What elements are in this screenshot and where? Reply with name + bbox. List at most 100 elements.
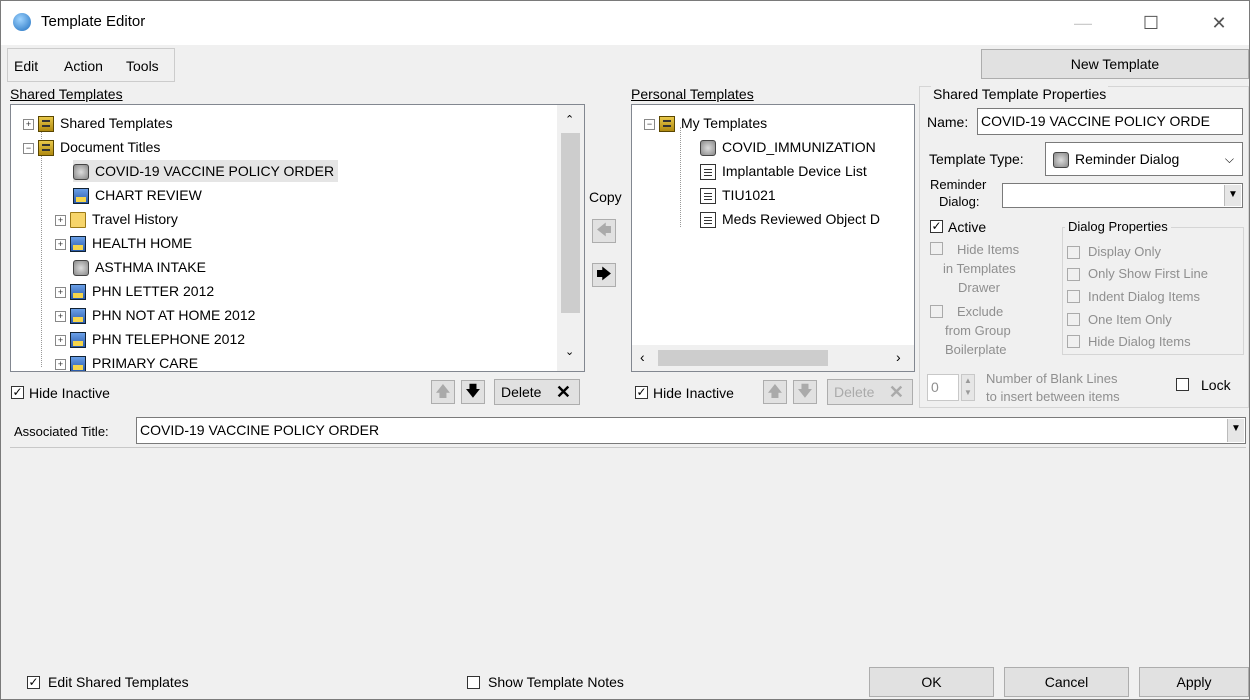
reminder-dialog-icon [73,260,89,277]
expand-icon[interactable]: + [55,286,66,298]
tree-item-label: PHN LETTER 2012 [92,283,215,299]
exclude-label-1: Exclude [957,304,1004,319]
menu-tools[interactable]: Tools [126,58,159,74]
maximize-button[interactable]: ☐ [1129,9,1173,37]
delete-x-icon: ✕ [555,382,571,402]
hide-inactive-shared-label: Hide Inactive [29,385,110,401]
expand-icon[interactable]: + [23,118,34,130]
tree-item-primary-care[interactable]: + PRIMARY CARE [55,352,198,371]
spinner-arrows-icon[interactable]: ▲ ▼ [961,374,975,401]
tree-item-my-templates[interactable]: − My Templates [644,112,767,134]
hide-inactive-personal-checkbox[interactable]: ✓ [635,386,648,399]
dropdown-arrow-icon[interactable]: ▼ [1227,419,1244,442]
notes-area [10,447,1246,658]
tree-item-meds-reviewed[interactable]: Meds Reviewed Object D [700,208,880,230]
associated-title-select[interactable]: COVID-19 VACCINE POLICY ORDER ▼ [136,417,1246,444]
template-type-select[interactable]: Reminder Dialog ⌵ [1045,142,1243,176]
minimize-button[interactable]: — [1061,9,1105,37]
reminder-dialog-icon [73,164,89,181]
scroll-thumb[interactable] [561,133,580,313]
delete-personal-button[interactable]: Delete ✕ [827,379,913,405]
tree-item-phn-telephone[interactable]: + PHN TELEPHONE 2012 [55,328,245,350]
shared-templates-tree[interactable]: + Shared Templates − Document Titles COVID… [10,104,585,372]
scroll-thumb[interactable] [658,350,828,366]
reminder-dialog-select[interactable]: ▼ [1002,183,1243,208]
indent-dialog-items-checkbox[interactable] [1067,290,1080,303]
tree-item-chart-review[interactable]: CHART REVIEW [73,184,202,206]
tree-item-document-titles[interactable]: − Document Titles [23,136,160,158]
tree-item-tiu1021[interactable]: TIU1021 [700,184,776,206]
apply-button[interactable]: Apply [1139,667,1249,697]
show-template-notes-checkbox[interactable] [467,676,480,689]
scroll-left-icon[interactable]: ‹ [640,349,645,365]
tree-item-phn-letter[interactable]: + PHN LETTER 2012 [55,280,214,302]
cabinet-icon [659,116,675,133]
collapse-icon[interactable]: − [23,142,34,154]
only-show-first-line-label: Only Show First Line [1088,266,1208,281]
name-field[interactable]: COVID-19 VACCINE POLICY ORDE [977,108,1243,135]
shared-templates-header: Shared Templates [10,86,123,102]
copy-right-button[interactable]: 🡆 [592,263,616,287]
tree-item-covid-vaccine-policy[interactable]: COVID-19 VACCINE POLICY ORDER [73,160,339,182]
blank-lines-spinner[interactable]: 0 [927,374,959,401]
delete-shared-button[interactable]: Delete ✕ [494,379,580,405]
hide-items-checkbox[interactable] [930,242,943,255]
tree-line [41,127,43,367]
dropdown-arrow-icon[interactable]: ▼ [1224,185,1241,206]
scroll-right-icon[interactable]: › [896,349,901,365]
associated-title-label: Associated Title: [14,424,109,439]
expand-icon[interactable]: + [55,358,66,370]
tree-item-covid-immunization[interactable]: COVID_IMMUNIZATION [700,136,876,158]
move-up-button[interactable]: 🡅 [431,380,455,404]
tree-item-label: HEALTH HOME [92,235,193,251]
reminder-dialog-icon [700,140,716,157]
tree-item-health-home[interactable]: + HEALTH HOME [55,232,192,254]
personal-move-down-button[interactable]: 🡇 [793,380,817,404]
copy-left-button[interactable]: 🡄 [592,219,616,243]
lock-checkbox[interactable] [1176,378,1189,391]
personal-move-up-button[interactable]: 🡅 [763,380,787,404]
scroll-down-icon[interactable]: ⌄ [565,345,574,358]
tree-item-shared-templates[interactable]: + Shared Templates [23,112,173,134]
one-item-only-checkbox[interactable] [1067,313,1080,326]
chevron-down-icon: ⌵ [1224,152,1234,166]
personal-templates-tree[interactable]: − My Templates COVID_IMMUNIZATION Implant… [631,104,915,372]
tree-item-travel-history[interactable]: + Travel History [55,208,178,230]
expand-icon[interactable]: + [55,214,66,226]
hide-dialog-items-checkbox[interactable] [1067,335,1080,348]
exclude-boilerplate-checkbox[interactable] [930,305,943,318]
display-only-checkbox[interactable] [1067,246,1080,259]
tree-item-phn-not-at-home[interactable]: + PHN NOT AT HOME 2012 [55,304,255,326]
new-template-button[interactable]: New Template [981,49,1249,79]
name-label: Name: [927,114,969,130]
personal-tree-hscrollbar[interactable]: ‹ › [632,345,914,371]
tree-item-asthma-intake[interactable]: ASTHMA INTAKE [73,256,206,278]
tree-item-implantable-device[interactable]: Implantable Device List [700,160,867,182]
hide-inactive-shared-checkbox[interactable]: ✓ [11,386,24,399]
menu-action[interactable]: Action [64,58,103,74]
ok-button[interactable]: OK [869,667,994,697]
active-label: Active [948,219,987,235]
expand-icon[interactable]: + [55,310,66,322]
document-icon [700,188,716,205]
scroll-up-icon[interactable]: ⌃ [565,113,574,126]
expand-icon[interactable]: + [55,334,66,346]
title-bar: Template Editor — ☐ ✕ [1,1,1249,45]
edit-shared-templates-checkbox[interactable]: ✓ [27,676,40,689]
blank-lines-label-2: to insert between items [986,389,1120,404]
cancel-button[interactable]: Cancel [1004,667,1129,697]
tree-item-label: PHN TELEPHONE 2012 [92,331,246,347]
only-show-first-line-checkbox[interactable] [1067,268,1080,281]
tree-item-label: TIU1021 [722,187,776,203]
tree-item-label: My Templates [681,115,768,131]
close-button[interactable]: ✕ [1197,9,1241,37]
exclude-label-3: Boilerplate [945,342,1007,357]
one-item-only-label: One Item Only [1088,312,1172,327]
tree-item-label: Implantable Device List [722,163,867,179]
expand-icon[interactable]: + [55,238,66,250]
collapse-icon[interactable]: − [644,118,655,130]
active-checkbox[interactable]: ✓ [930,220,943,233]
shared-tree-scrollbar[interactable]: ⌃ ⌄ [557,105,584,371]
menu-edit[interactable]: Edit [14,58,38,74]
move-down-button[interactable]: 🡇 [461,380,485,404]
